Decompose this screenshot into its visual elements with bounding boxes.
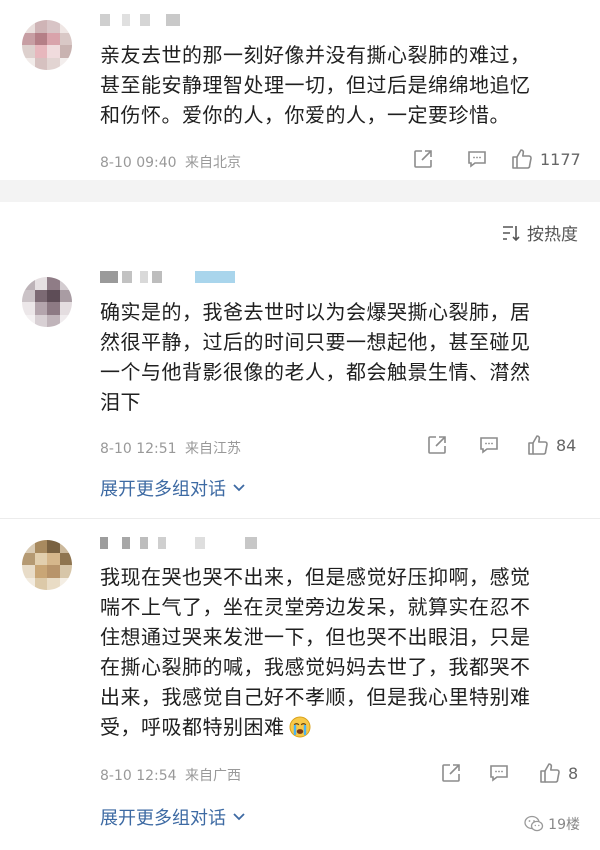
comment-icon — [490, 765, 508, 782]
chevron-down-icon — [233, 484, 245, 492]
comment-line: 受，呼吸都特别困难 — [100, 715, 285, 739]
sort-label: 按热度 — [527, 225, 578, 245]
comment-time: 8-10 09:40 — [100, 155, 177, 171]
avatar[interactable] — [22, 20, 72, 70]
share-icon — [428, 436, 446, 454]
like-count: 84 — [556, 435, 577, 455]
comment-line: 亲友去世的那一刻好像并没有撕心裂肺的难过， — [100, 43, 531, 67]
thread-divider — [0, 518, 600, 519]
comment-line: 甚至能安静理智处理一切，但过后是绵绵地追忆 — [100, 73, 531, 97]
comment-line: 一个与他背影很像的老人，都会触景生情、潸然 — [100, 360, 531, 384]
comment-line: 然很平静，过后的时间只要一想起他，甚至碰见 — [100, 330, 531, 354]
like-button[interactable]: 1177 — [510, 147, 581, 171]
chevron-down-icon — [233, 813, 245, 821]
thumbs-up-icon — [512, 149, 532, 169]
watermark-label: 19楼 — [548, 817, 580, 833]
comment-text: 确实是的，我爸去世时以为会爆哭撕心裂肺，居 然很平静，过后的时间只要一想起他，甚… — [100, 297, 580, 417]
share-button[interactable] — [412, 148, 434, 170]
comment-line: 住想通过哭来发泄一下，但也哭不出眼泪，只是 — [100, 625, 531, 649]
comment-meta: 8-10 12:54 来自广西 — [100, 765, 241, 785]
expand-thread-link[interactable]: 展开更多组对话 — [100, 804, 246, 830]
thumbs-up-icon — [528, 435, 548, 455]
comment-text: 亲友去世的那一刻好像并没有撕心裂肺的难过， 甚至能安静理智处理一切，但过后是绵绵… — [100, 40, 580, 130]
like-count: 8 — [568, 763, 579, 783]
comment-location: 来自江苏 — [185, 441, 242, 457]
wechat-icon — [524, 815, 544, 832]
comment-button[interactable] — [488, 762, 510, 784]
sort-toggle[interactable]: 按热度 — [501, 220, 578, 245]
comment-line: 出来，我感觉自己好不孝顺，但是我心里特别难 — [100, 685, 531, 709]
expand-label: 展开更多组对话 — [100, 808, 226, 829]
comment-time: 8-10 12:51 — [100, 441, 177, 457]
comment-icon — [468, 151, 486, 168]
crying-face-icon — [289, 716, 311, 746]
comment-meta: 8-10 09:40 来自北京 — [100, 152, 241, 172]
expand-thread-link[interactable]: 展开更多组对话 — [100, 475, 246, 501]
comment-time: 8-10 12:54 — [100, 768, 177, 784]
comment-text: 我现在哭也哭不出来，但是感觉好压抑啊，感觉 喘不上气了，坐在灵堂旁边发呆，就算实… — [100, 562, 580, 746]
comment-line: 在撕心裂肺的喊，我感觉妈妈去世了，我都哭不 — [100, 655, 531, 679]
like-count: 1177 — [540, 149, 581, 169]
avatar[interactable] — [22, 540, 72, 590]
comment-location: 来自广西 — [185, 768, 242, 784]
like-button[interactable]: 84 — [526, 433, 576, 457]
thumbs-up-icon — [540, 763, 560, 783]
comment-line: 和伤怀。爱你的人，你爱的人，一定要珍惜。 — [100, 103, 510, 127]
share-icon — [414, 150, 432, 168]
comment-button[interactable] — [478, 434, 500, 456]
comment-line: 确实是的，我爸去世时以为会爆哭撕心裂肺，居 — [100, 300, 531, 324]
section-divider — [0, 180, 600, 202]
like-button[interactable]: 8 — [538, 761, 578, 785]
share-button[interactable] — [426, 434, 448, 456]
share-button[interactable] — [440, 762, 462, 784]
comment-location: 来自北京 — [185, 155, 242, 171]
expand-label: 展开更多组对话 — [100, 479, 226, 500]
comment-line: 我现在哭也哭不出来，但是感觉好压抑啊，感觉 — [100, 565, 531, 589]
comment-line: 泪下 — [100, 390, 141, 414]
share-icon — [442, 764, 460, 782]
watermark: 19楼 — [524, 814, 580, 834]
comment-icon — [480, 437, 498, 454]
comment-line: 喘不上气了，坐在灵堂旁边发呆，就算实在忍不 — [100, 595, 531, 619]
comment-button[interactable] — [466, 148, 488, 170]
avatar[interactable] — [22, 277, 72, 327]
sort-icon — [503, 225, 520, 241]
comment-meta: 8-10 12:51 来自江苏 — [100, 438, 241, 458]
